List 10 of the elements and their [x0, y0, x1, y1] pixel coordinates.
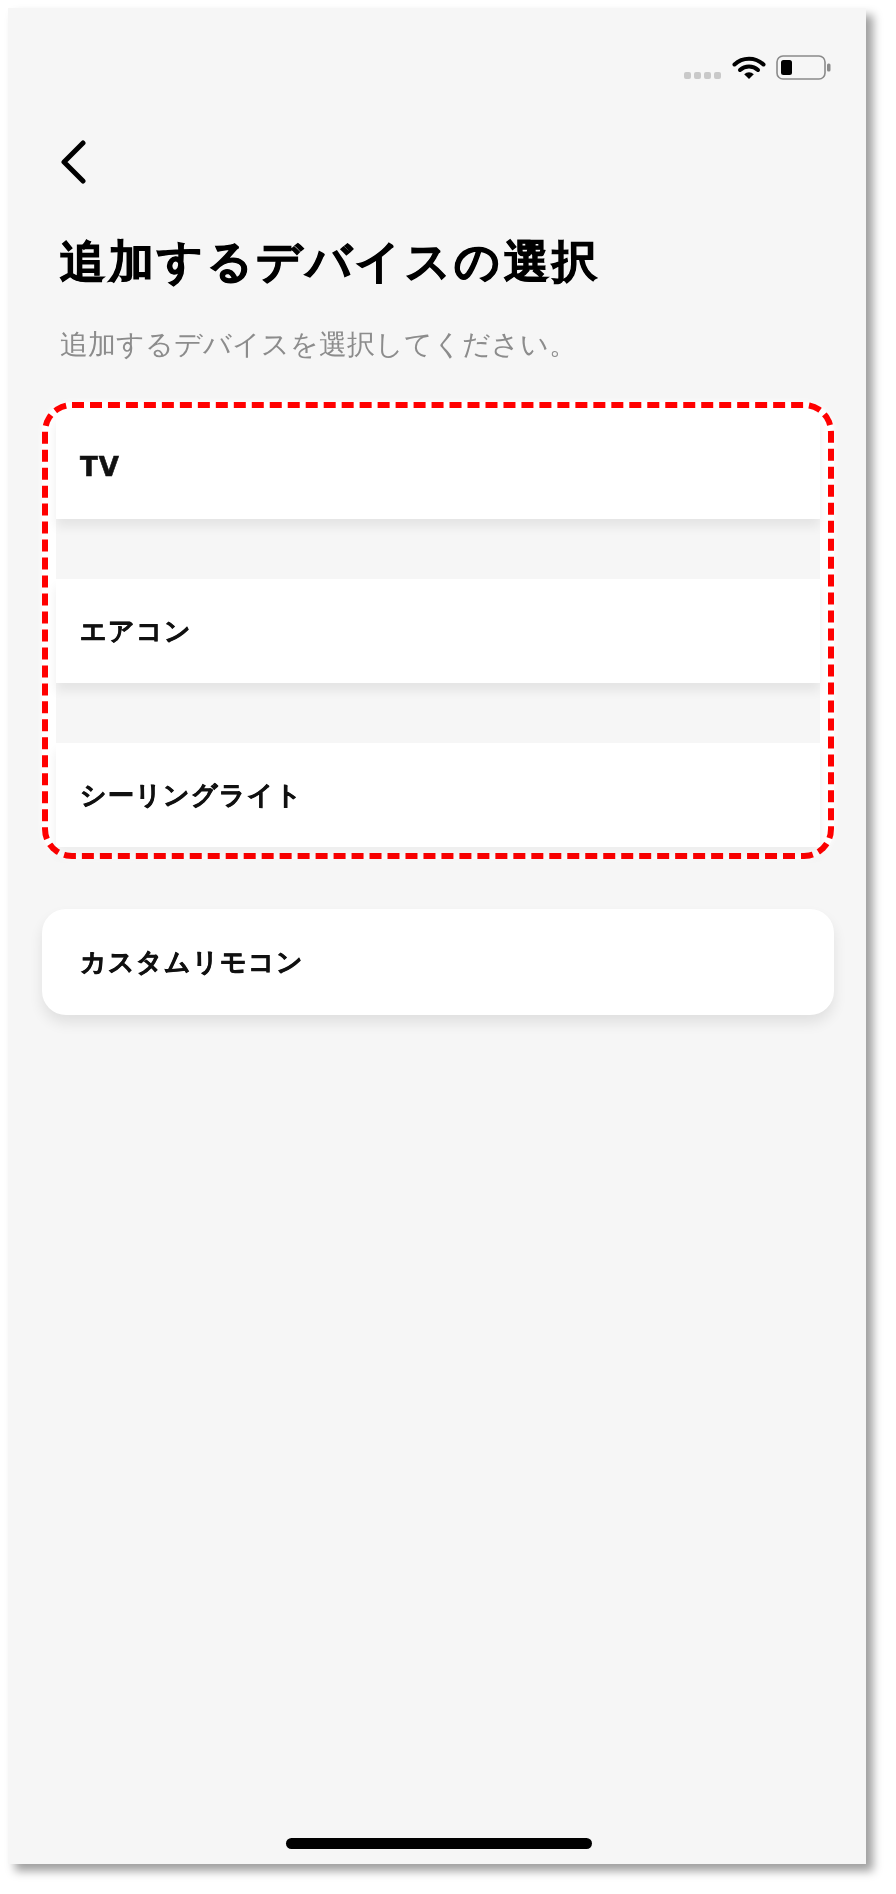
device-item[interactable]: カスタムリモコン	[42, 909, 834, 1015]
battery-icon	[776, 55, 831, 80]
wifi-icon	[732, 55, 766, 80]
device-item[interactable]: エアコン	[56, 579, 820, 683]
signal-icon	[684, 72, 722, 79]
device-item[interactable]: TV	[56, 415, 820, 519]
device-item[interactable]: シーリングライト	[56, 743, 820, 847]
page-subtitle: 追加するデバイスを選択してください。	[60, 327, 578, 362]
back-icon[interactable]	[59, 140, 87, 184]
page-title: 追加するデバイスの選択	[60, 234, 602, 290]
